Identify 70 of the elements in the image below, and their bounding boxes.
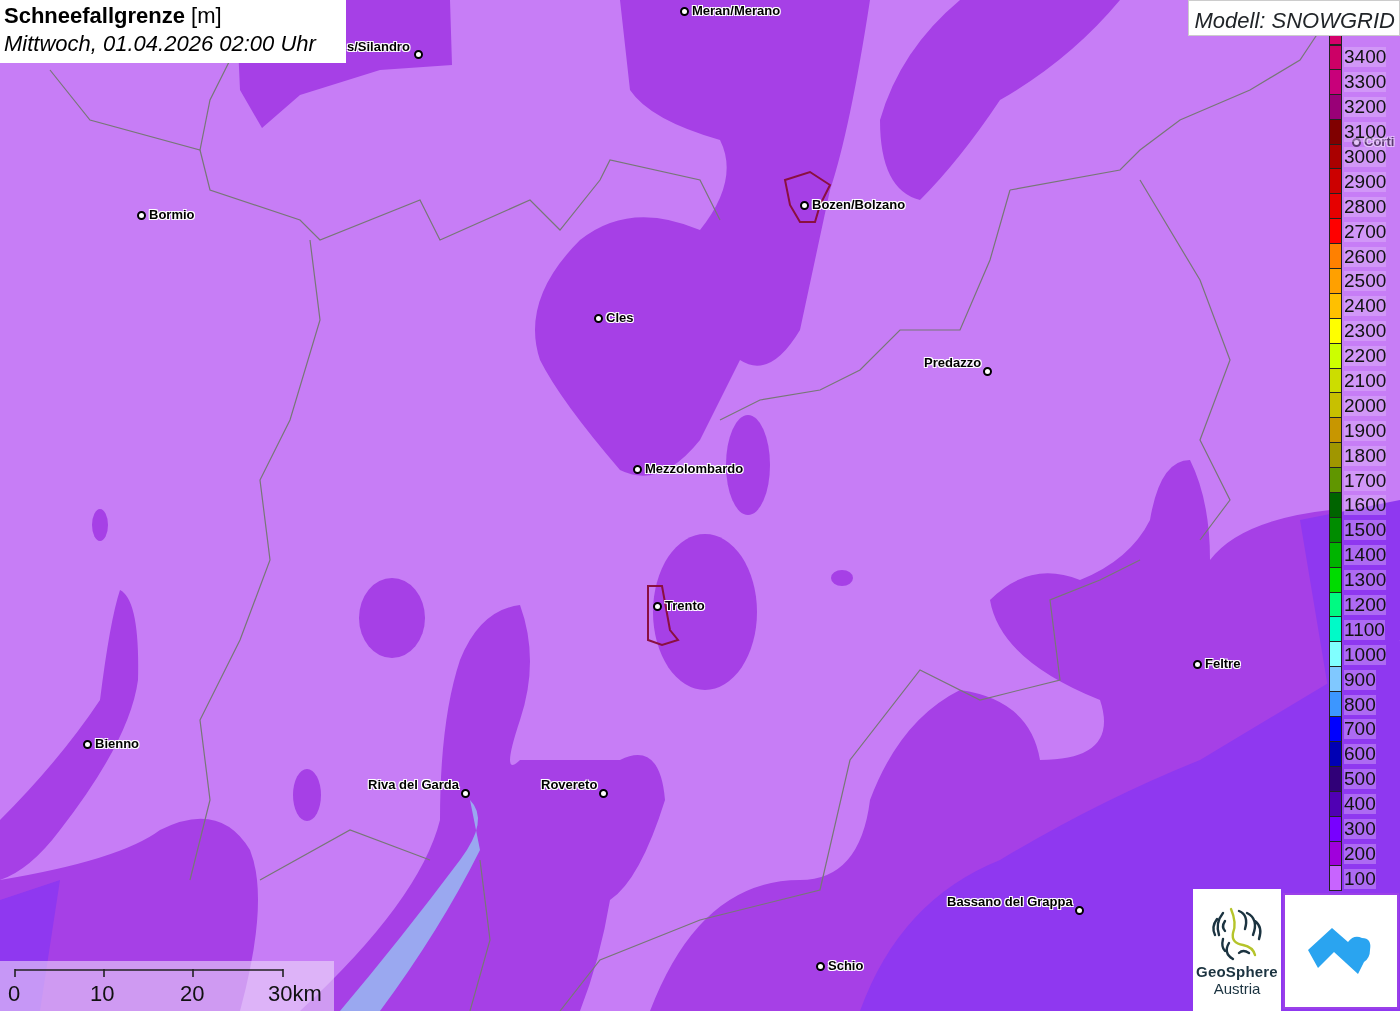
legend-label: 1100: [1344, 619, 1385, 640]
scale-label: 10: [90, 981, 115, 1007]
city-label: Bormio: [149, 207, 195, 222]
legend-label: 900: [1344, 669, 1376, 690]
legend-label: 2000: [1344, 395, 1387, 416]
city-marker-icon: [82, 739, 92, 749]
city-label: Riva del Garda: [368, 777, 460, 792]
legend-label: 2100: [1344, 371, 1387, 391]
city-marker-icon: [1192, 659, 1202, 669]
legend-label: 600: [1344, 744, 1376, 765]
legend-label: 1400: [1344, 545, 1387, 566]
legend-label: 2400: [1344, 296, 1387, 317]
city-marker-icon: [799, 200, 809, 210]
legend-label: 1500: [1344, 520, 1387, 541]
city-label: s/Silandro: [347, 39, 410, 54]
scale-label: 0: [8, 981, 21, 1007]
city-label: Bienno: [95, 736, 140, 751]
legend-label: 1600: [1344, 495, 1387, 516]
legend-label: 800: [1344, 694, 1376, 715]
city-label: Predazzo: [924, 355, 982, 370]
legend-label: 1200: [1344, 595, 1387, 616]
scale-label: 30km: [268, 981, 322, 1007]
city-marker-icon: [982, 366, 992, 376]
city-marker-icon: [679, 6, 689, 16]
legend-label: 2600: [1344, 246, 1387, 267]
city-marker-icon: [460, 788, 470, 798]
city-marker-icon: [652, 601, 662, 611]
model-label: Modell: SNOWGRID: [1187, 0, 1400, 36]
legend-label: 100: [1344, 868, 1376, 889]
legend-label: 300: [1344, 819, 1376, 840]
legend-label: 700: [1344, 719, 1376, 740]
legend-label: 2700: [1344, 221, 1387, 242]
legend-label: 500: [1344, 769, 1376, 790]
logo-text: GeoSphere: [1195, 963, 1279, 980]
city-marker-icon: [1074, 905, 1084, 915]
scale-line-icon: [14, 969, 284, 977]
city-label: Cles: [606, 310, 634, 325]
city-label: Rovereto: [541, 777, 598, 792]
legend-label: 400: [1344, 794, 1376, 815]
city-marker-icon: [136, 210, 146, 220]
city-marker-icon: [598, 788, 608, 798]
legend-label: 3000: [1344, 147, 1387, 167]
legend-swatch: [1329, 34, 1342, 45]
city-label: Mezzolombardo: [645, 461, 744, 476]
legend-label: 2300: [1344, 321, 1387, 342]
logo-text: Austria: [1212, 980, 1262, 998]
legend-label: 1800: [1344, 445, 1387, 466]
legend-label: 2200: [1344, 346, 1387, 367]
map-title: Schneefallgrenze [m]: [4, 2, 223, 30]
legend-label: 3400: [1344, 47, 1387, 68]
legend-label: 2900: [1344, 171, 1387, 192]
legend-label: 3300: [1344, 72, 1387, 93]
legend-label: 3200: [1344, 97, 1387, 118]
city-label: Meran/Merano: [692, 3, 781, 18]
legend-label: 1300: [1344, 570, 1387, 591]
city-marker-icon: [815, 961, 825, 971]
legend-label: 2800: [1344, 196, 1387, 217]
legend-label: 2500: [1344, 271, 1387, 292]
map-datetime: Mittwoch, 01.04.2026 02:00 Uhr: [4, 30, 318, 58]
city-label: Feltre: [1205, 656, 1241, 671]
city-label: Schio: [828, 958, 864, 973]
scale-label: 20: [180, 981, 205, 1007]
legend-label: 1000: [1344, 644, 1387, 665]
legend-label: 1700: [1344, 470, 1387, 491]
city-marker-icon: [632, 464, 642, 474]
legend-label: 1900: [1344, 420, 1387, 441]
legend-label: 200: [1344, 843, 1376, 864]
city-marker-icon: [593, 313, 603, 323]
city-marker-icon: [413, 49, 423, 59]
city-label: Bassano del Grappa: [947, 894, 1073, 909]
